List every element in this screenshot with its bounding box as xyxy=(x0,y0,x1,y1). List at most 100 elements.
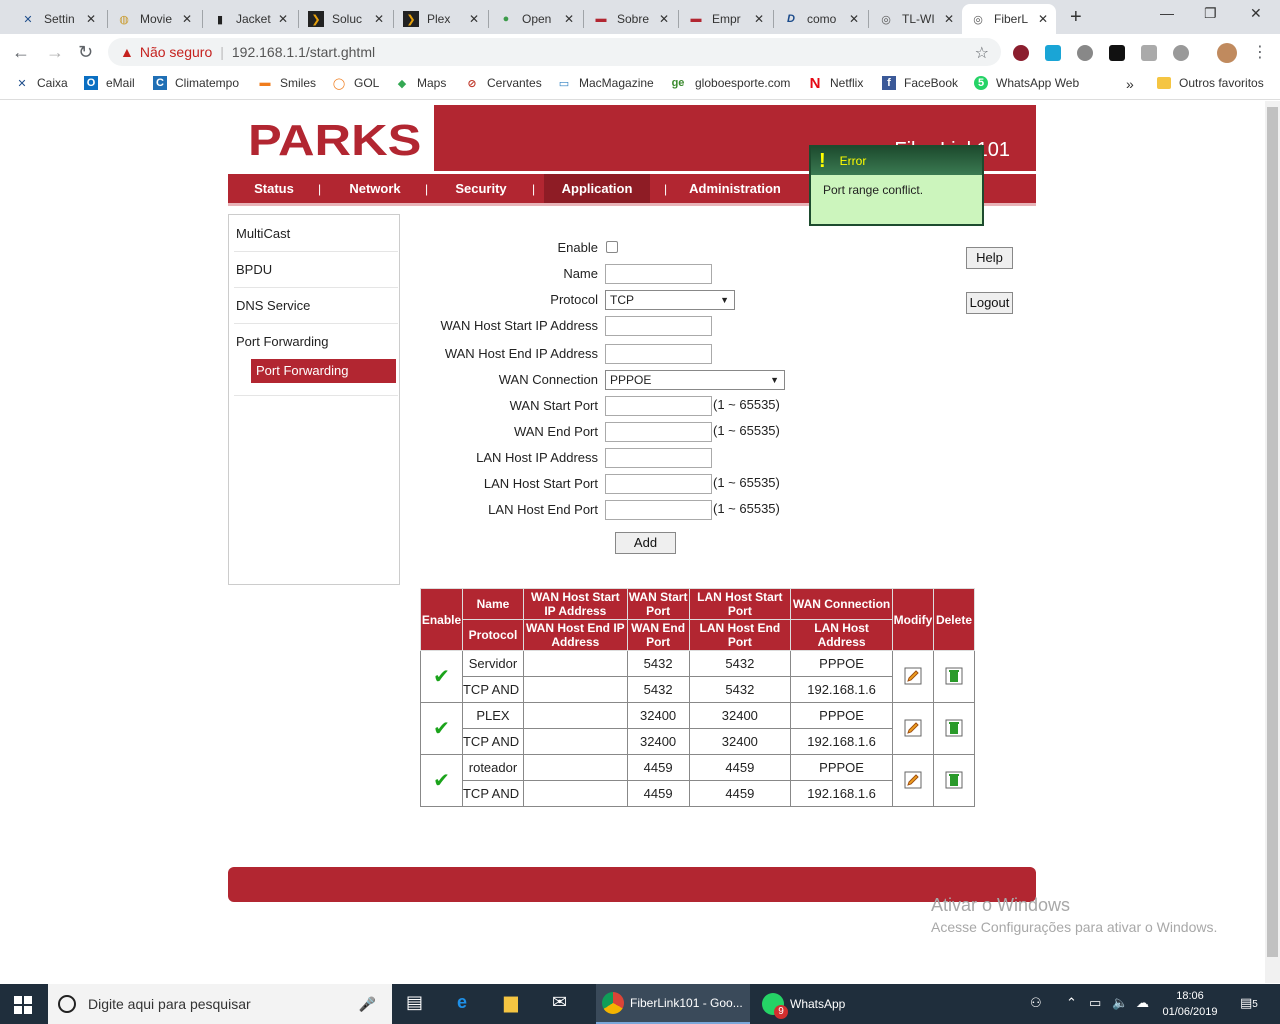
browser-tab-active[interactable]: ◎ FiberL ✕ xyxy=(962,4,1056,34)
tab-close-icon[interactable]: ✕ xyxy=(849,12,859,26)
bookmark-item[interactable]: ▭ MacMagazine xyxy=(557,76,654,90)
menu-application[interactable]: Application xyxy=(544,174,650,203)
new-tab-button[interactable]: + xyxy=(1070,6,1082,29)
more-bookmarks-button[interactable]: » xyxy=(1126,76,1134,92)
browser-tab-5[interactable]: ● Open ✕ xyxy=(490,4,582,34)
bookmark-item[interactable]: C Climatempo xyxy=(153,76,239,90)
page-scrollbar[interactable] xyxy=(1265,101,1280,983)
add-button[interactable]: Add xyxy=(615,532,676,554)
help-button[interactable]: Help xyxy=(966,247,1013,269)
bookmark-item[interactable]: f FaceBook xyxy=(882,76,958,90)
onedrive-cloud-icon[interactable]: ☁ xyxy=(1136,995,1149,1011)
menu-network[interactable]: Network xyxy=(336,174,414,203)
wan-connection-select[interactable]: PPPOE ▼ xyxy=(605,370,785,390)
taskbar-app-whatsapp[interactable]: 9 WhatsApp xyxy=(756,984,906,1024)
trash-icon[interactable] xyxy=(944,718,964,738)
extension-icon[interactable] xyxy=(1045,45,1061,61)
chevron-up-icon[interactable]: ⌃ xyxy=(1066,995,1077,1011)
wan-end-port-input[interactable] xyxy=(605,422,712,442)
tab-close-icon[interactable]: ✕ xyxy=(182,12,192,26)
browser-tab-3[interactable]: ❯ Soluc ✕ xyxy=(300,4,392,34)
browser-tab-9[interactable]: ◎ TL-WI ✕ xyxy=(870,4,962,34)
browser-tab-7[interactable]: ▬ Empr ✕ xyxy=(680,4,772,34)
sidebar-subitem-port-forwarding[interactable]: Port Forwarding xyxy=(251,359,396,383)
bookmark-item[interactable]: ⊘ Cervantes xyxy=(465,76,541,90)
browser-tab-6[interactable]: ▬ Sobre ✕ xyxy=(585,4,677,34)
sidebar-item-port-forwarding[interactable]: Port Forwarding xyxy=(236,334,328,349)
wan-host-start-ip-input[interactable] xyxy=(605,316,712,336)
protocol-select[interactable]: TCP ▼ xyxy=(605,290,735,310)
bookmark-item[interactable]: ◯ GOL xyxy=(332,76,380,90)
taskbar-clock[interactable]: 18:06 01/06/2019 xyxy=(1160,988,1220,1020)
bookmark-item[interactable]: ▬ Smiles xyxy=(258,76,317,90)
microphone-icon[interactable]: 🎤 xyxy=(359,996,376,1013)
menu-dots-icon[interactable]: ⋮ xyxy=(1252,42,1268,62)
edit-pencil-icon[interactable] xyxy=(903,666,923,686)
edit-pencil-icon[interactable] xyxy=(903,770,923,790)
tab-close-icon[interactable]: ✕ xyxy=(278,12,288,26)
wan-host-end-ip-input[interactable] xyxy=(605,344,712,364)
trash-icon[interactable] xyxy=(944,666,964,686)
browser-tab-8[interactable]: D como ✕ xyxy=(775,4,867,34)
taskbar-search[interactable]: Digite aqui para pesquisar 🎤 xyxy=(48,984,392,1024)
avatar[interactable] xyxy=(1217,43,1237,63)
other-bookmarks-folder[interactable]: Outros favoritos xyxy=(1157,76,1264,90)
taskbar-app-chrome[interactable]: FiberLink101 - Goo... xyxy=(596,984,750,1024)
tab-close-icon[interactable]: ✕ xyxy=(86,12,96,26)
tab-close-icon[interactable]: ✕ xyxy=(564,12,574,26)
lan-host-start-port-input[interactable] xyxy=(605,474,712,494)
mail-icon[interactable]: ✉ xyxy=(552,992,567,1013)
edge-icon[interactable]: e xyxy=(457,992,467,1013)
wan-start-port-input[interactable] xyxy=(605,396,712,416)
bookmark-item[interactable]: 5 WhatsApp Web xyxy=(974,76,1079,90)
menu-administration[interactable]: Administration xyxy=(680,174,790,203)
bookmark-item[interactable]: ✕ Caixa xyxy=(15,76,67,90)
tab-close-icon[interactable]: ✕ xyxy=(1038,12,1048,26)
minimize-button[interactable]: — xyxy=(1160,5,1174,21)
task-view-icon[interactable]: ▤ xyxy=(406,992,423,1013)
browser-tab-2[interactable]: ▮ Jacket ✕ xyxy=(204,4,296,34)
browser-tab-4[interactable]: ❯ Plex ✕ xyxy=(395,4,487,34)
menu-status[interactable]: Status xyxy=(238,174,310,203)
name-input[interactable] xyxy=(605,264,712,284)
close-window-button[interactable]: ✕ xyxy=(1250,5,1262,22)
sidebar-item-dns-service[interactable]: DNS Service xyxy=(236,298,310,313)
shield-icon[interactable] xyxy=(1173,45,1189,61)
forward-arrow-icon[interactable]: → xyxy=(46,42,64,63)
address-bar[interactable]: ▲ Não seguro | 192.168.1.1/start.ghtml ☆ xyxy=(108,38,1001,66)
bookmark-star-icon[interactable]: ☆ xyxy=(975,43,989,63)
extension-icon[interactable] xyxy=(1141,45,1157,61)
url-text[interactable]: 192.168.1.1/start.ghtml xyxy=(232,44,375,60)
browser-tab-0[interactable]: ✕ Settin ✕ xyxy=(12,4,104,34)
maximize-button[interactable]: ❐ xyxy=(1204,5,1217,22)
lan-host-end-port-input[interactable] xyxy=(605,500,712,520)
edit-pencil-icon[interactable] xyxy=(903,718,923,738)
shield-icon[interactable] xyxy=(1109,45,1125,61)
people-icon[interactable]: ⚇ xyxy=(1030,995,1042,1011)
tab-close-icon[interactable]: ✕ xyxy=(469,12,479,26)
windows-start-icon[interactable] xyxy=(14,996,32,1014)
lan-host-ip-input[interactable] xyxy=(605,448,712,468)
network-icon[interactable]: ▭ xyxy=(1089,995,1101,1011)
volume-icon[interactable]: 🔈 xyxy=(1112,995,1128,1011)
bookmark-item[interactable]: OeMail xyxy=(84,76,135,90)
bookmark-item[interactable]: ge globoesporte.com xyxy=(669,76,791,90)
notification-center-icon[interactable]: ▤5 xyxy=(1240,995,1258,1011)
back-arrow-icon[interactable]: ← xyxy=(12,42,30,63)
bookmark-item[interactable]: N Netflix xyxy=(808,75,864,92)
error-popup[interactable]: ! Error Port range conflict. xyxy=(809,145,984,226)
scrollbar-thumb[interactable] xyxy=(1267,107,1278,957)
tab-close-icon[interactable]: ✕ xyxy=(659,12,669,26)
menu-security[interactable]: Security xyxy=(442,174,520,203)
security-status[interactable]: Não seguro xyxy=(140,44,212,60)
extension-icon[interactable] xyxy=(1077,45,1093,61)
reload-icon[interactable]: ↻ xyxy=(78,42,93,63)
enable-checkbox[interactable] xyxy=(606,241,618,253)
file-explorer-icon[interactable]: ▆ xyxy=(504,992,518,1013)
tab-close-icon[interactable]: ✕ xyxy=(374,12,384,26)
logout-button[interactable]: Logout xyxy=(966,292,1013,314)
sidebar-item-multicast[interactable]: MultiCast xyxy=(236,226,290,241)
tab-close-icon[interactable]: ✕ xyxy=(754,12,764,26)
browser-tab-1[interactable]: ◍ Movie ✕ xyxy=(108,4,200,34)
trash-icon[interactable] xyxy=(944,770,964,790)
